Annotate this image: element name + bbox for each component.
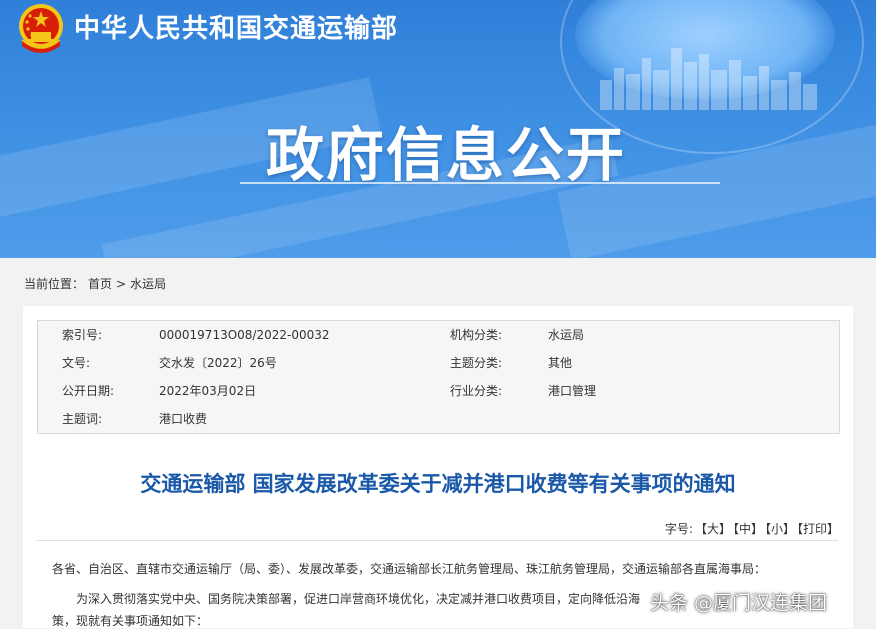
document-meta-table: 索引号: 000019713O08/2022-00032 机构分类: 水运局 文…: [37, 320, 840, 434]
meta-row: 主题词: 港口收费: [38, 405, 839, 433]
document-title: 交通运输部 国家发展改革委关于减并港口收费等有关事项的通知: [140, 472, 736, 496]
breadcrumb-label: 当前位置：: [24, 277, 85, 291]
meta-key: 主题分类:: [450, 356, 503, 370]
content-card: 索引号: 000019713O08/2022-00032 机构分类: 水运局 文…: [23, 306, 853, 628]
meta-value: 2022年03月02日: [159, 384, 257, 398]
meta-value: 水运局: [548, 328, 585, 342]
font-large-button[interactable]: 【大】: [695, 522, 731, 536]
breadcrumb: 当前位置： 首页 > 水运局: [24, 275, 170, 292]
breadcrumb-separator: >: [116, 277, 127, 291]
section-title: 政府信息公开: [266, 121, 627, 189]
watermark-text: 头条 @厦门汉连集团: [650, 592, 828, 614]
font-size-label: 字号:: [664, 522, 693, 536]
meta-value: 其他: [548, 356, 573, 370]
national-emblem-icon: [19, 4, 63, 53]
font-medium-button[interactable]: 【中】: [733, 522, 763, 536]
meta-value: 港口管理: [548, 384, 597, 398]
meta-value: 000019713O08/2022-00032: [159, 328, 330, 342]
meta-key: 行业分类:: [450, 384, 503, 398]
meta-row: 文号: 交水发〔2022〕26号 主题分类: 其他: [38, 349, 839, 377]
city-skyline-graphic: [600, 48, 817, 110]
breadcrumb-home-link[interactable]: 首页: [88, 277, 112, 291]
meta-key: 公开日期:: [62, 384, 115, 398]
header-banner: 中华人民共和国交通运输部 政府信息公开: [0, 0, 876, 258]
ministry-name[interactable]: 中华人民共和国交通运输部: [74, 8, 398, 45]
body-paragraph: 为深入贯彻落实党中央、国务院决策部署，促进口岸营商环境优化，决定减并港口收费项目…: [76, 592, 641, 606]
meta-value: 交水发〔2022〕26号: [159, 356, 277, 370]
breadcrumb-current-link[interactable]: 水运局: [130, 277, 166, 291]
print-button[interactable]: 【打印】: [797, 522, 839, 536]
body-paragraph-continued: 策，现就有关事项通知如下：: [52, 614, 209, 628]
font-size-controls: 字号: 【大】 【中】 【小】 【打印】: [663, 520, 839, 537]
meta-key: 索引号:: [62, 328, 103, 342]
font-small-button[interactable]: 【小】: [765, 522, 795, 536]
meta-value: 港口收费: [159, 412, 208, 426]
meta-row: 索引号: 000019713O08/2022-00032 机构分类: 水运局: [38, 321, 839, 349]
meta-key: 主题词:: [62, 412, 103, 426]
divider: [37, 540, 838, 541]
title-underline: [240, 182, 720, 184]
salutation-text: 各省、自治区、直辖市交通运输厅（局、委）、发展改革委，交通运输部长江航务管理局、…: [52, 562, 767, 576]
meta-key: 文号:: [62, 356, 91, 370]
meta-row: 公开日期: 2022年03月02日 行业分类: 港口管理: [38, 377, 839, 405]
meta-key: 机构分类:: [450, 328, 503, 342]
